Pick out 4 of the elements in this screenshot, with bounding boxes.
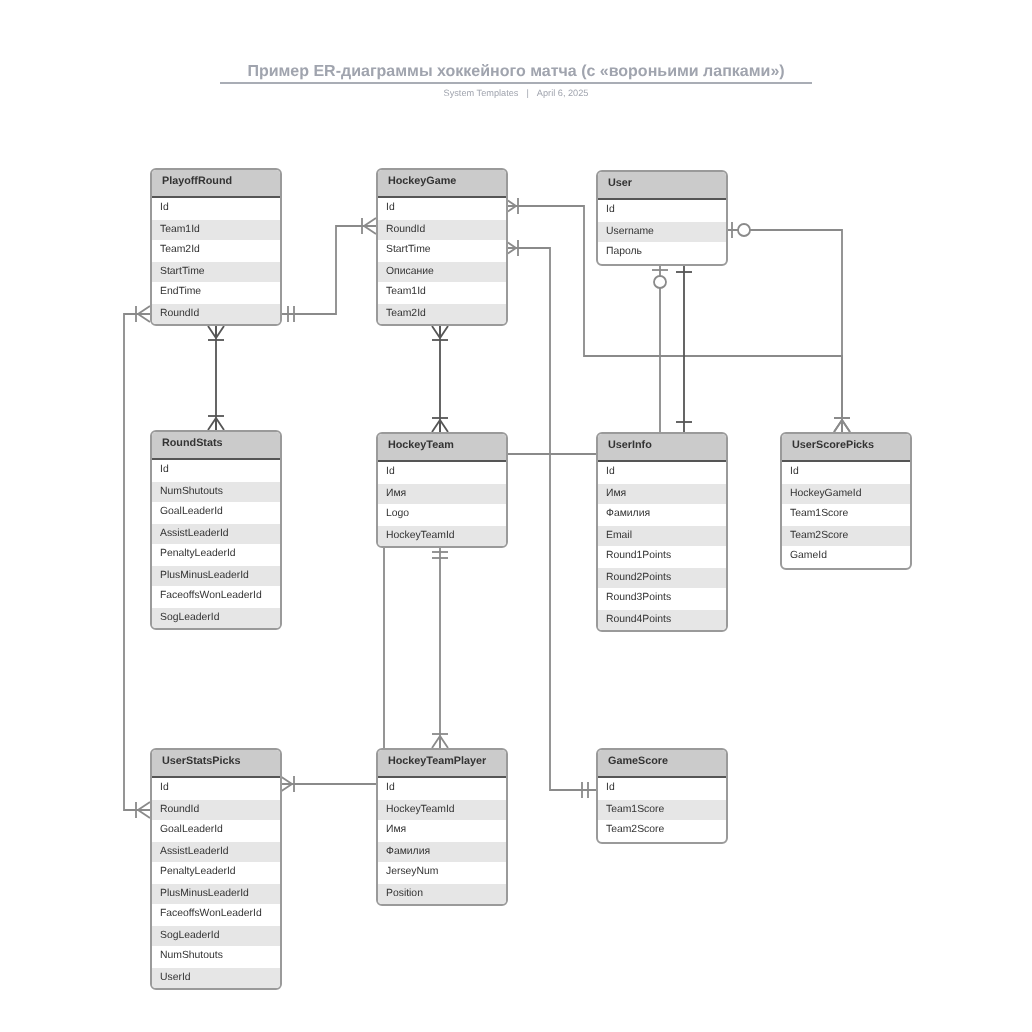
relationship-line xyxy=(431,325,449,433)
relationship-line xyxy=(207,325,225,431)
relationship-line xyxy=(279,217,377,323)
diagram-title: Пример ER-диаграммы хоккейного матча (с «вороньими лапками») xyxy=(219,62,813,84)
